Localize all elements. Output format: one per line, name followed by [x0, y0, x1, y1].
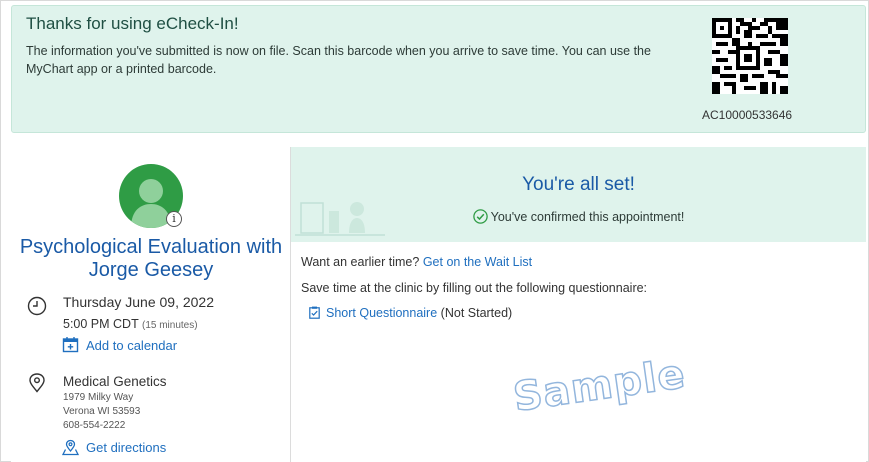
- wait-list-link[interactable]: Get on the Wait List: [423, 255, 532, 269]
- clock-icon: [27, 296, 47, 316]
- waitlist-row: Want an earlier time? Get on the Wait Li…: [301, 255, 532, 269]
- confirmation-message: You've confirmed this appointment!: [490, 210, 685, 224]
- clipboard-icon[interactable]: [309, 306, 320, 319]
- location-name: Medical Genetics: [63, 374, 167, 389]
- confirmation-title: You're all set!: [522, 174, 635, 195]
- check-circle-icon: [472, 209, 488, 224]
- add-to-calendar-link[interactable]: Add to calendar: [86, 338, 177, 353]
- location-pin-icon: [29, 373, 45, 393]
- banner-title: Thanks for using eCheck-In!: [26, 14, 239, 33]
- earlier-time-label: Want an earlier time?: [301, 255, 420, 269]
- calendar-add-icon[interactable]: [62, 336, 79, 353]
- directions-icon[interactable]: [62, 439, 79, 456]
- appointment-title: Psychological Evaluation with Jorge Gees…: [19, 236, 283, 281]
- appointment-status-card: You're all set! You've confirmed this ap…: [291, 147, 866, 462]
- appointment-details-card: i Psychological Evaluation with Jorge Ge…: [11, 147, 291, 462]
- info-icon[interactable]: i: [166, 211, 182, 227]
- location-address-line2: Verona WI 53593: [63, 406, 141, 417]
- appointment-time-row: 5:00 PM CDT (15 minutes): [63, 317, 198, 331]
- location-address-line1: 1979 Milky Way: [63, 392, 134, 403]
- page-frame: Thanks for using eCheck-In! The informat…: [0, 0, 869, 462]
- barcode-id: AC10000533646: [702, 108, 793, 122]
- appointment-duration: (15 minutes): [141, 320, 198, 331]
- appointment-time: 5:00 PM CDT: [63, 317, 139, 331]
- banner-text: The information you've submitted is now …: [26, 44, 651, 76]
- questionnaire-row: Short Questionnaire (Not Started): [309, 306, 512, 320]
- get-directions-link[interactable]: Get directions: [86, 440, 166, 455]
- location-phone: 608-554-2222: [63, 420, 126, 431]
- questionnaire-intro: Save time at the clinic by filling out t…: [301, 281, 648, 295]
- short-questionnaire-link[interactable]: Short Questionnaire: [326, 306, 437, 320]
- questionnaire-status: (Not Started): [440, 306, 513, 320]
- appointment-date: Thursday June 09, 2022: [63, 294, 214, 310]
- confirmation-message-row: You've confirmed this appointment!: [291, 209, 866, 224]
- echeckin-banner: Thanks for using eCheck-In! The informat…: [11, 5, 866, 133]
- barcode-image: [712, 18, 788, 94]
- sample-watermark: Sample: [510, 350, 689, 421]
- confirmation-header: You're all set! You've confirmed this ap…: [291, 147, 866, 242]
